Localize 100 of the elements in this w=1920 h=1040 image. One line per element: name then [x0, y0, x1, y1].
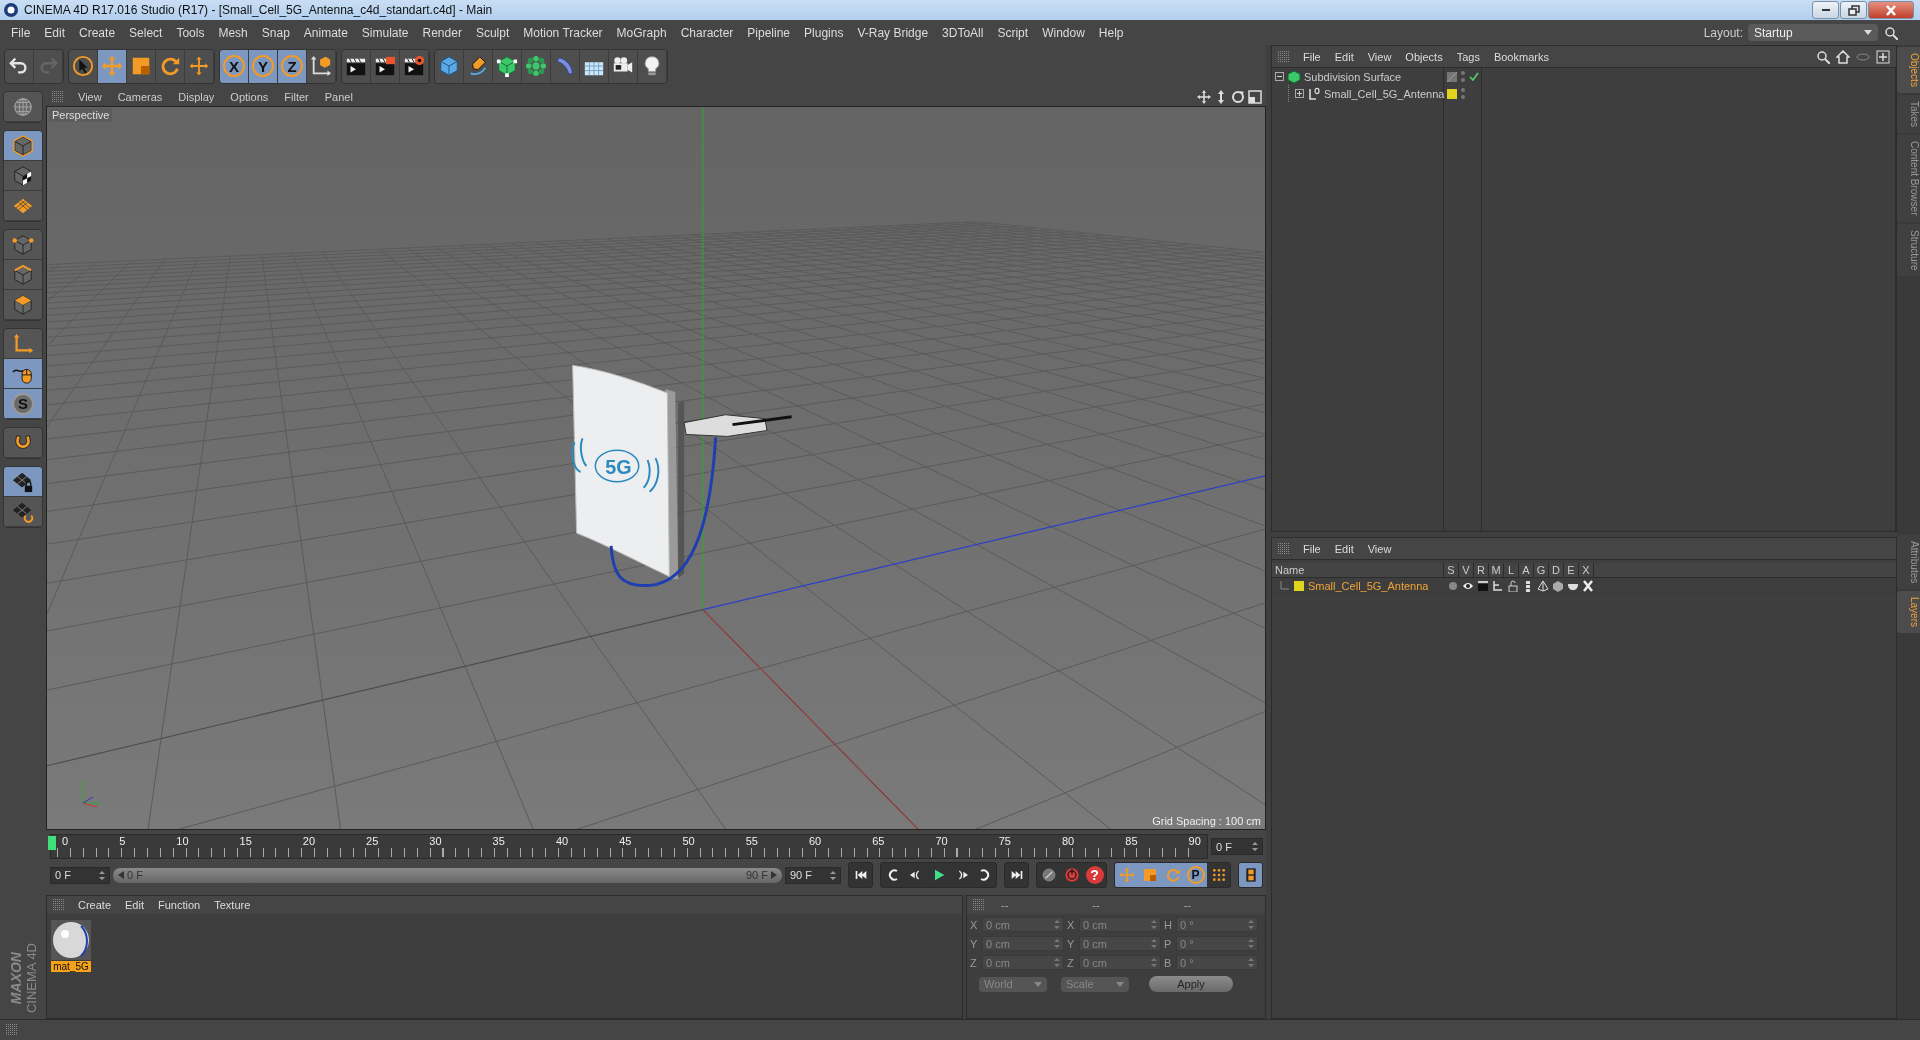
menu-item[interactable]: Pipeline: [740, 25, 798, 40]
menu-item[interactable]: View: [1360, 50, 1399, 63]
menu-item[interactable]: Sculpt: [468, 25, 517, 40]
axis-lock-button[interactable]: Y: [249, 49, 278, 83]
menu-item[interactable]: Tags: [1449, 50, 1487, 63]
move-arrows-button[interactable]: [98, 49, 127, 83]
add-box-button[interactable]: [1876, 49, 1890, 64]
end-frame-field[interactable]: 90 F: [785, 866, 841, 884]
menu-item[interactable]: File: [1296, 50, 1328, 63]
scale-icon: [130, 55, 152, 77]
axis-label: Z: [970, 956, 978, 969]
menu-item[interactable]: MoGraph: [609, 25, 674, 40]
minimize-button[interactable]: [1812, 1, 1839, 19]
bent-shape-icon: [554, 55, 576, 77]
tick-label: 35: [492, 835, 505, 847]
axis-lock-button[interactable]: Z: [278, 49, 307, 83]
menu-item[interactable]: Create: [72, 25, 123, 40]
timeline-ruler[interactable]: 0 5 10 15 20 25 30 35 40 45 50 55 60 65 70 75 80 85 90: [50, 834, 1208, 859]
axis-lock-button[interactable]: X: [220, 49, 249, 83]
menu-item[interactable]: Create: [71, 899, 119, 911]
menu-item[interactable]: View: [1360, 542, 1399, 555]
menu-item[interactable]: V-Ray Bridge: [850, 25, 936, 40]
tick-label: 10: [176, 835, 189, 847]
menu-item[interactable]: Function: [151, 899, 208, 911]
menu-item[interactable]: Bookmarks: [1486, 50, 1556, 63]
menu-item[interactable]: Help: [1091, 25, 1131, 40]
side-tab[interactable]: Takes: [1897, 94, 1920, 134]
side-tab[interactable]: Structure: [1897, 223, 1920, 277]
spinner-icon: [1054, 920, 1060, 929]
restore-icon: [1846, 3, 1861, 17]
menu-item[interactable]: Edit: [1327, 50, 1361, 63]
menu-item[interactable]: Window: [1035, 25, 1092, 40]
column-header: --: [1091, 899, 1101, 911]
side-tab[interactable]: Attributes: [1897, 535, 1920, 590]
layout-dropdown[interactable]: Startup: [1748, 24, 1878, 41]
object-row[interactable]: Subdivision Surface: [1272, 68, 1896, 85]
lock-icon: [1507, 579, 1519, 592]
tick-label: 5: [119, 835, 126, 847]
menu-item[interactable]: Objects: [1398, 50, 1450, 63]
menu-item[interactable]: Character: [673, 25, 741, 40]
column-header: S: [1444, 563, 1459, 577]
frame-field[interactable]: 0 F: [1211, 838, 1263, 855]
spinner-icon: [1054, 939, 1060, 948]
film-strip-button[interactable]: [1239, 863, 1262, 887]
layer-row[interactable]: Small_Cell_5G_Antenna: [1272, 578, 1896, 594]
scale-icon: [1141, 867, 1158, 883]
menu-item[interactable]: 3DToAll: [935, 25, 991, 40]
rotate-icon: [159, 55, 181, 77]
apply-button[interactable]: Apply: [1149, 976, 1233, 992]
menu-item[interactable]: Motion Tracker: [516, 25, 610, 40]
menu-item[interactable]: Texture: [207, 899, 258, 911]
spinner-icon: [1151, 958, 1157, 967]
cube-outline-button[interactable]: [4, 131, 42, 161]
search-button[interactable]: [1816, 49, 1830, 64]
maximize-icon: [1248, 89, 1262, 104]
grip-icon: [973, 899, 985, 911]
menu-item[interactable]: View: [70, 90, 110, 103]
menu-item[interactable]: Render: [415, 25, 469, 40]
parameter-button[interactable]: P: [1184, 863, 1207, 887]
menu-item[interactable]: Display: [170, 90, 223, 103]
start-frame-field[interactable]: 0 F: [50, 866, 110, 884]
menu-item[interactable]: Filter: [276, 90, 317, 103]
tick-label: 80: [1062, 835, 1075, 847]
orbit-icon: [1231, 89, 1245, 104]
app-icon: [3, 2, 19, 18]
menu-item[interactable]: Simulate: [354, 25, 416, 40]
menu-item[interactable]: Select: [122, 25, 170, 40]
object-row[interactable]: Small_Cell_5G_Antenna: [1272, 85, 1896, 102]
mouse-button[interactable]: [4, 359, 42, 389]
menu-item[interactable]: Animate: [296, 25, 355, 40]
side-tab[interactable]: Layers: [1897, 591, 1920, 634]
menu-item[interactable]: Edit: [37, 25, 73, 40]
brand-name: MAXON: [7, 951, 24, 1004]
menu-item[interactable]: Edit: [118, 899, 151, 911]
menu-item[interactable]: Panel: [316, 90, 361, 103]
menu-item[interactable]: Snap: [254, 25, 297, 40]
tick-label: 50: [682, 835, 695, 847]
side-tab[interactable]: Objects: [1897, 47, 1920, 93]
menu-item[interactable]: Cameras: [109, 90, 171, 103]
cross-arrows-icon: [188, 55, 210, 77]
pan-button[interactable]: [1197, 89, 1211, 104]
home-button[interactable]: [1836, 49, 1850, 64]
tick-label: 70: [935, 835, 948, 847]
snap-button[interactable]: S: [4, 389, 42, 419]
menu-item[interactable]: File: [4, 25, 38, 40]
column-header: X: [1579, 563, 1594, 577]
cube-icon: [1552, 579, 1564, 592]
menu-item[interactable]: Edit: [1327, 542, 1361, 555]
side-tab[interactable]: Content Browser: [1897, 135, 1920, 222]
menu-item[interactable]: Tools: [169, 25, 212, 40]
grid-lock-button[interactable]: [4, 467, 42, 497]
menu-item[interactable]: Mesh: [211, 25, 255, 40]
menu-item[interactable]: Options: [222, 90, 277, 103]
menu-item[interactable]: Script: [990, 25, 1036, 40]
orbit-button[interactable]: [1231, 89, 1245, 104]
menu-item[interactable]: Plugins: [797, 25, 851, 40]
close-button[interactable]: [1868, 1, 1914, 19]
menu-item[interactable]: File: [1296, 542, 1328, 555]
column-header: --: [1182, 899, 1192, 911]
maximize-button[interactable]: [1840, 1, 1867, 19]
